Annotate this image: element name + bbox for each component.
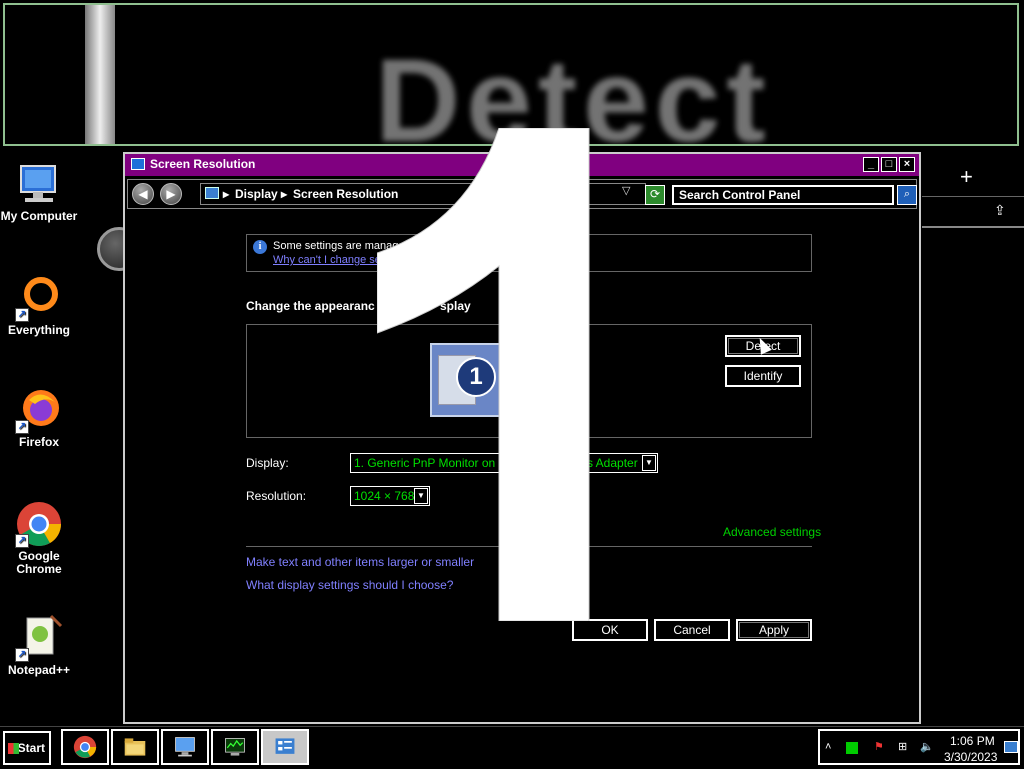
control-panel-icon [275,738,295,754]
forward-arrow-icon[interactable]: ▶ [160,183,182,205]
minimize-button[interactable]: _ [863,157,879,172]
heading-left: Change the appearanc [246,299,375,313]
control-panel-icon [205,187,219,199]
breadcrumb-separator-icon: ▸ [281,187,288,201]
identify-button[interactable]: Identify [725,365,801,387]
divider [922,226,1024,228]
chrome-icon: ↗ [15,500,63,548]
desktop-icon-everything[interactable]: ↗ Everything [0,274,78,337]
start-label: Start [17,741,45,755]
desktop-icon-label: Notepad++ [7,663,70,677]
taskbar-file-explorer[interactable] [111,729,159,765]
maximize-button[interactable]: □ [881,157,897,172]
taskbar-remote-desktop[interactable] [161,729,209,765]
network-icon[interactable]: ⊞ [898,740,907,753]
search-icon[interactable]: ⌕ [897,185,917,205]
shortcut-arrow-icon: ↗ [15,308,29,322]
desktop-icon-notepad-plus-plus[interactable]: ↗ Notepad++ [0,614,78,677]
display-settings-icon [131,158,145,170]
notepad-plus-plus-icon: ↗ [15,614,63,662]
taskbar-task-manager[interactable] [211,729,259,765]
ok-button[interactable]: OK [572,619,648,641]
everything-icon: ↗ [15,274,63,322]
why-cant-change-link[interactable]: Why can't I change se [273,254,381,266]
identify-monitor-number-overlay [376,127,591,622]
taskbar-control-panel-active[interactable] [261,729,309,765]
magnified-scrollbar [85,5,115,144]
advanced-settings-link[interactable]: Advanced settings [723,525,821,539]
breadcrumb-separator-icon: ▸ [223,187,230,201]
desktop-icon-my-computer[interactable]: My Computer [0,160,78,223]
monitor-icon [175,737,195,757]
clock-time[interactable]: 1:06 PM [950,734,995,748]
chrome-icon [73,735,97,759]
volume-muted-icon[interactable]: 🔈 [920,740,934,753]
window-title: Screen Resolution [150,157,256,171]
display-label: Display: [246,456,289,470]
desktop-icon-label: My Computer [0,209,78,223]
desktop-icon-google-chrome[interactable]: ↗ Google Chrome [0,500,78,576]
show-hidden-icons-icon[interactable]: ˄ [825,741,831,753]
shortcut-arrow-icon: ↗ [15,534,29,548]
desktop-icon-label: Firefox [18,435,59,449]
address-dropdown-icon[interactable]: ▽ [622,184,630,197]
firefox-icon: ↗ [15,386,63,434]
system-tray: ˄ ⚑ ⊞ 🔈 1:06 PM 3/30/2023 [818,729,1020,765]
add-icon[interactable]: + [960,164,973,190]
apply-button[interactable]: Apply [736,619,812,641]
task-manager-icon [225,738,245,756]
desktop-icon-label: Everything [7,323,70,337]
windows-flag-icon [8,743,19,754]
display-select-value-tail: s Adapter [587,456,638,470]
cancel-button[interactable]: Cancel [654,619,730,641]
clock-date[interactable]: 3/30/2023 [944,750,997,764]
start-button[interactable]: Start [3,731,51,765]
breadcrumb-display[interactable]: Display [235,187,278,201]
status-green-icon[interactable] [846,742,858,754]
folder-icon [124,738,146,756]
taskbar: Start ˄ ⚑ ⊞ 🔈 1:06 PM 3/30/2023 [0,726,1024,769]
action-center-flag-icon[interactable]: ⚑ [874,740,884,753]
show-desktop-icon[interactable] [1004,741,1018,753]
resolution-label: Resolution: [246,489,307,503]
back-arrow-icon[interactable]: ◀ [132,183,154,205]
shortcut-arrow-icon: ↗ [15,648,29,662]
shortcut-arrow-icon: ↗ [15,420,29,434]
search-input[interactable]: Search Control Panel [672,185,894,205]
close-button[interactable]: × [899,157,915,172]
divider [922,196,1024,197]
magnifier-view-banner: Detect [3,3,1019,146]
share-icon[interactable]: ⇪ [994,202,1006,219]
refresh-icon[interactable]: ⟳ [645,185,665,205]
right-side-panel: + ⇪ [922,152,1024,724]
taskbar-chrome[interactable] [61,729,109,765]
desktop-icon-firefox[interactable]: ↗ Firefox [0,386,78,449]
desktop-icon-label: Google Chrome [16,549,62,576]
chevron-down-icon[interactable]: ▼ [642,455,656,471]
info-icon: i [253,240,267,254]
computer-icon [15,160,63,208]
section-heading: Change the appearanc [246,299,375,313]
